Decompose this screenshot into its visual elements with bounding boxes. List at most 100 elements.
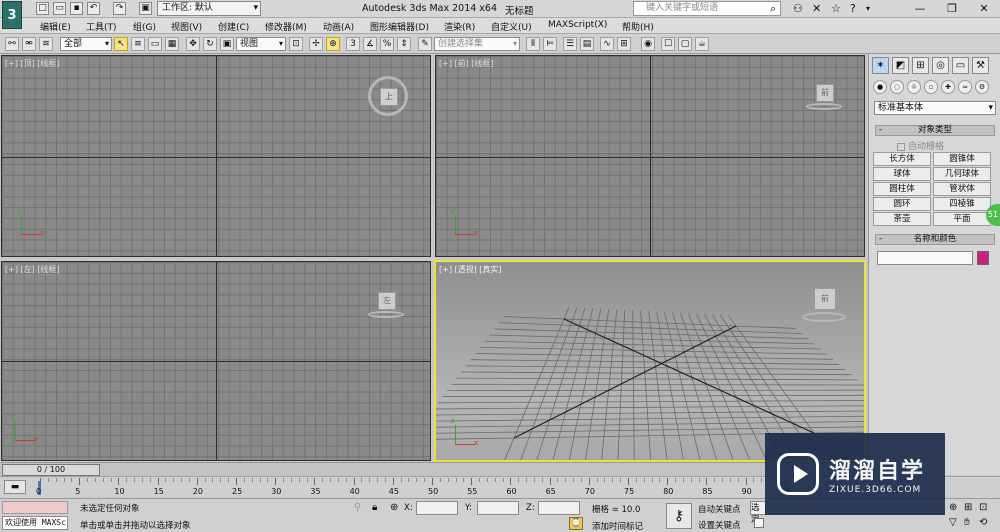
snaps-toggle-icon[interactable]: 3 [346, 37, 360, 51]
transform-type-in-icon[interactable]: ⊕ [390, 502, 398, 513]
menu-animation[interactable]: 动画(A) [323, 20, 354, 33]
restore-icon[interactable]: ❐ [936, 0, 968, 17]
hierarchy-tab-icon[interactable]: ⊞ [912, 57, 929, 74]
display-tab-icon[interactable]: ▭ [952, 57, 969, 74]
torus-button[interactable]: 圆环 [873, 197, 931, 211]
unlink-icon[interactable]: ⚮ [22, 37, 36, 51]
pivot-center-icon[interactable]: ⊡ [289, 37, 303, 51]
favorites-star-icon[interactable]: ☆ [831, 2, 841, 15]
space-warps-icon[interactable]: ≈ [958, 80, 972, 94]
edit-named-selection-icon[interactable]: ✎ [418, 37, 432, 51]
menu-rendering[interactable]: 渲染(R) [444, 20, 475, 33]
box-button[interactable]: 长方体 [873, 152, 931, 166]
viewport-top[interactable]: [+] [顶] [线框] 上 yx [1, 55, 431, 257]
communication-icon[interactable]: ⚇ [793, 2, 803, 15]
material-editor-icon[interactable]: ◉ [641, 37, 655, 51]
geosphere-button[interactable]: 几何球体 [933, 167, 991, 181]
time-tag-icon[interactable]: ⌚ [569, 517, 583, 530]
viewport-label[interactable]: [+] [左] [线框] [5, 264, 60, 275]
zoom-icon[interactable]: ⊕ [949, 502, 957, 513]
menu-maxscript[interactable]: MAXScript(X) [548, 20, 607, 30]
maxscript-listener[interactable]: 欢迎使用 MAXSc [2, 516, 68, 530]
move-icon[interactable]: ✥ [186, 37, 200, 51]
selection-lock-icon[interactable]: ⚲ [354, 502, 361, 513]
keyboard-shortcut-override-icon[interactable]: ⊕ [326, 37, 340, 51]
undo-icon[interactable]: ↶ [87, 2, 100, 15]
viewcube-icon[interactable]: 左 [368, 292, 404, 320]
plane-button[interactable]: 平面 [933, 212, 991, 226]
menu-views[interactable]: 视图(V) [171, 20, 202, 33]
cameras-icon[interactable]: ▫ [924, 80, 938, 94]
layer-manager-icon[interactable]: ☰ [563, 37, 577, 51]
x-coordinate-field[interactable] [416, 501, 458, 515]
field-of-view-icon[interactable]: ▽ [949, 517, 957, 528]
teapot-button[interactable]: 茶壶 [873, 212, 931, 226]
menu-modifiers[interactable]: 修改器(M) [265, 20, 307, 33]
open-file-icon[interactable]: ▭ [53, 2, 66, 15]
helpers-icon[interactable]: ✚ [941, 80, 955, 94]
maxscript-mini-listener[interactable] [2, 501, 68, 514]
modify-tab-icon[interactable]: ◩ [892, 57, 909, 74]
viewport-front[interactable]: [+] [前] [线框] 前 zx [435, 55, 865, 257]
spinner-snap-icon[interactable]: ⇕ [397, 37, 411, 51]
graphite-tools-icon[interactable]: ▤ [580, 37, 594, 51]
exchange-icon[interactable]: ✕ [812, 2, 821, 15]
mirror-icon[interactable]: ⫴ [526, 37, 540, 51]
viewport-label[interactable]: [+] [前] [线框] [439, 58, 494, 69]
y-coordinate-field[interactable] [477, 501, 519, 515]
viewport-label[interactable]: [+] [顶] [线框] [5, 58, 60, 69]
add-time-tag-label[interactable]: 添加时间标记 [592, 520, 643, 532]
key-selection-dropdown[interactable]: 选定 [750, 501, 766, 525]
utilities-tab-icon[interactable]: ⚒ [972, 57, 989, 74]
menu-help[interactable]: 帮助(H) [622, 20, 654, 33]
selection-filter-dropdown[interactable]: 全部 ▾ [60, 37, 112, 51]
time-slider-thumb[interactable]: 0 / 100 [2, 464, 100, 476]
curve-editor-icon[interactable]: ∿ [600, 37, 614, 51]
set-key-button[interactable]: 设置关键点 [698, 519, 741, 531]
lock-icon[interactable]: 🔒︎ [372, 502, 377, 513]
help-dropdown-icon[interactable]: ▾ [866, 2, 870, 15]
new-file-icon[interactable]: □ [36, 2, 49, 15]
z-coordinate-field[interactable] [538, 501, 580, 515]
key-filter-checkbox[interactable] [754, 518, 764, 528]
object-type-rollout[interactable]: - 对象类型 [875, 125, 995, 136]
search-input[interactable]: 键入关键字或短语 [633, 1, 781, 16]
reference-coordinate-dropdown[interactable]: 视图 ▾ [236, 37, 286, 51]
object-color-swatch[interactable] [977, 251, 989, 265]
rectangle-selection-icon[interactable]: ▭ [148, 37, 162, 51]
redo-icon[interactable]: ↷ [113, 2, 126, 15]
tube-button[interactable]: 管状体 [933, 182, 991, 196]
render-setup-icon[interactable]: ☐ [661, 37, 675, 51]
set-key-icon[interactable]: ⚷ [666, 503, 692, 529]
viewport-label[interactable]: [+] [透视] [真实] [439, 264, 502, 275]
menu-customize[interactable]: 自定义(U) [491, 20, 532, 33]
viewcube-icon[interactable]: 前 [802, 288, 846, 324]
save-icon[interactable]: ▪ [70, 2, 83, 15]
time-slider[interactable]: 0 / 100 [0, 462, 868, 476]
project-folder-icon[interactable]: ▣ [139, 2, 152, 15]
lights-icon[interactable]: ☼ [907, 80, 921, 94]
search-icon[interactable]: ⌕ [770, 2, 776, 15]
select-by-name-icon[interactable]: ≡ [131, 37, 145, 51]
name-color-rollout[interactable]: - 名称和颜色 [875, 234, 995, 245]
close-icon[interactable]: ✕ [968, 0, 1000, 17]
menu-graph-editors[interactable]: 图形编辑器(D) [370, 20, 429, 33]
shapes-icon[interactable]: ◌ [890, 80, 904, 94]
link-icon[interactable]: ⚯ [5, 37, 19, 51]
viewcube-icon[interactable]: 前 [806, 84, 842, 112]
help-icon[interactable]: ? [850, 2, 856, 15]
zoom-extents-icon[interactable]: ⊡ [979, 502, 987, 513]
rendered-frame-window-icon[interactable]: ▢ [678, 37, 692, 51]
align-icon[interactable]: ⊨ [543, 37, 557, 51]
select-manipulate-icon[interactable]: ✢ [309, 37, 323, 51]
rotate-icon[interactable]: ↻ [203, 37, 217, 51]
percent-snap-icon[interactable]: % [380, 37, 394, 51]
orbit-icon[interactable]: ⟲ [979, 517, 987, 528]
scale-icon[interactable]: ▣ [220, 37, 234, 51]
motion-tab-icon[interactable]: ◎ [932, 57, 949, 74]
angle-snap-icon[interactable]: ∡ [363, 37, 377, 51]
object-category-dropdown[interactable]: 标准基本体 ▾ [874, 101, 996, 115]
auto-key-button[interactable]: 自动关键点 [698, 503, 741, 515]
named-selection-dropdown[interactable]: 创建选择集 ▾ [434, 37, 520, 51]
app-logo-button[interactable]: 3 [2, 1, 22, 29]
